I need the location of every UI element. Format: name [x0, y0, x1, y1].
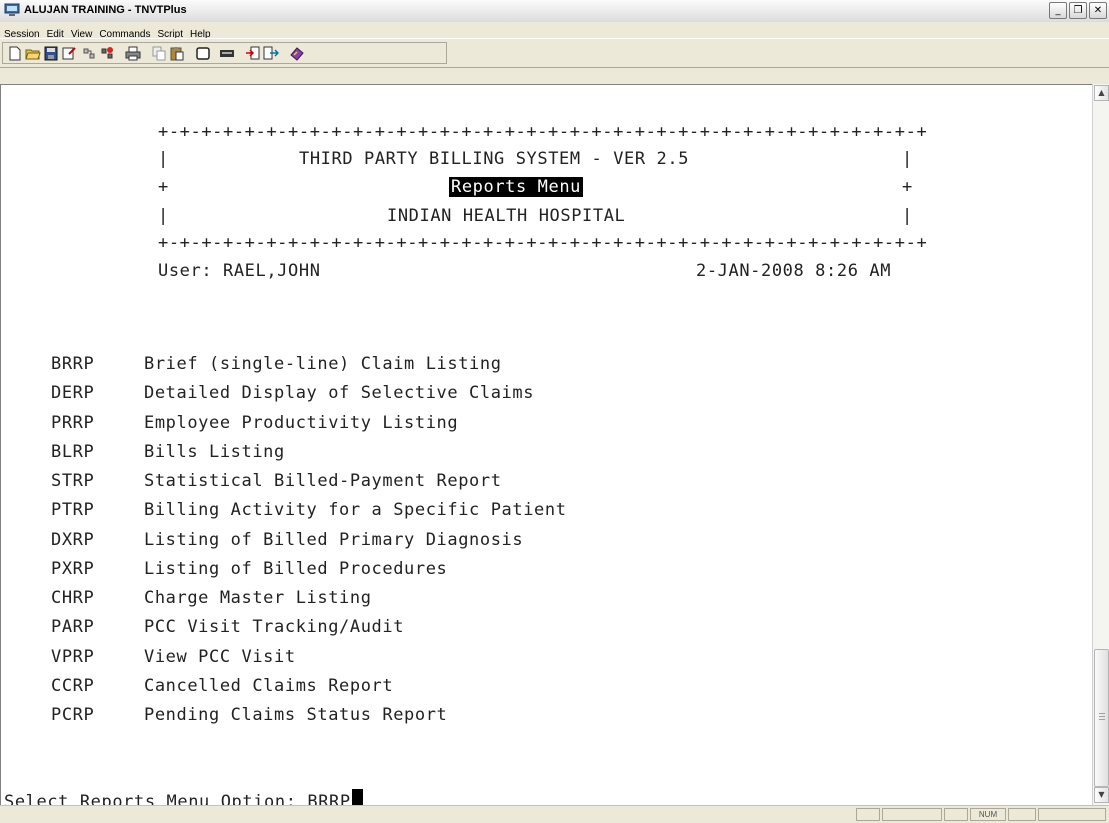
paste-icon[interactable] — [169, 46, 185, 61]
menu-option-code[interactable]: BRRP — [51, 354, 94, 374]
scroll-down-button[interactable]: ▼ — [1094, 787, 1109, 803]
user-line: User: RAEL,JOHN — [158, 261, 321, 281]
status-panel — [1038, 808, 1106, 821]
menu-option-code[interactable]: DERP — [51, 383, 94, 403]
num-lock-indicator: NUM — [970, 808, 1006, 821]
menu-option-label: Charge Master Listing — [144, 588, 372, 608]
grip-line — [1099, 719, 1105, 720]
menu-option-label: View PCC Visit — [144, 646, 296, 667]
toolbar-group — [2, 42, 447, 64]
terminal-app-icon — [4, 3, 20, 16]
menu-bar: Session Edit View Commands Script Help — [0, 22, 1109, 40]
menu-option-code[interactable]: STRP — [51, 471, 94, 491]
window-title: ALUJAN TRAINING - TNVTPlus — [24, 4, 187, 16]
chevron-up-icon: ▲ — [1098, 88, 1105, 97]
menu-option-label: Brief (single-line) Claim Listing — [144, 354, 502, 374]
menu-option-code[interactable]: PARP — [51, 617, 94, 637]
close-button[interactable]: ✕ — [1089, 2, 1107, 19]
title-bar[interactable]: ALUJAN TRAINING - TNVTPlus _ ❐ ✕ — [0, 0, 1109, 23]
box-icon[interactable] — [195, 46, 211, 61]
menu-option-label: Employee Productivity Listing — [144, 412, 459, 433]
menu-option-code[interactable]: VPRP — [51, 647, 94, 667]
header-edge-plus-left: + — [158, 177, 169, 197]
chevron-down-icon: ▼ — [1098, 790, 1105, 799]
menu-option-label: Cancelled Claims Report — [144, 675, 394, 696]
status-panel — [882, 808, 942, 821]
datetime: 2-JAN-2008 8:26 AM — [696, 261, 892, 281]
terminal-screen[interactable]: +-+-+-+-+-+-+-+-+-+-+-+-+-+-+-+-+-+-+-+-… — [0, 84, 1092, 812]
menu-option-code[interactable]: PRRP — [51, 413, 94, 433]
restore-icon: ❐ — [1073, 5, 1083, 16]
menu-option-code[interactable]: CCRP — [51, 676, 94, 696]
restore-button[interactable]: ❐ — [1069, 2, 1087, 19]
menu-option-code[interactable]: PXRP — [51, 559, 94, 579]
menu-title-text: Reports Menu — [449, 177, 584, 197]
grip-line — [1099, 713, 1105, 714]
menu-option-code[interactable]: BLRP — [51, 442, 94, 462]
header-edge-plus-right: + — [902, 177, 913, 197]
facility-name: INDIAN HEALTH HOSPITAL — [387, 206, 626, 226]
close-icon: ✕ — [1093, 5, 1103, 16]
app-window: ALUJAN TRAINING - TNVTPlus _ ❐ ✕ Session… — [0, 0, 1109, 823]
header-border-bottom: +-+-+-+-+-+-+-+-+-+-+-+-+-+-+-+-+-+-+-+-… — [158, 233, 928, 253]
header-border-top: +-+-+-+-+-+-+-+-+-+-+-+-+-+-+-+-+-+-+-+-… — [158, 122, 928, 142]
help-book-icon[interactable] — [289, 46, 305, 61]
connect-icon[interactable] — [81, 46, 97, 61]
minimize-icon: _ — [1055, 5, 1061, 16]
menu-option-label: Detailed Display of Selective Claims — [144, 383, 535, 404]
minimize-button[interactable]: _ — [1049, 2, 1067, 19]
disconnect-icon[interactable] — [99, 46, 115, 61]
menu-option-label: Bills Listing — [144, 441, 285, 462]
menu-option-label: Statistical Billed-Payment Report — [144, 471, 502, 491]
status-panel — [1008, 808, 1036, 821]
open-icon[interactable] — [25, 46, 41, 61]
menu-option-label: PCC Visit Tracking/Audit — [144, 617, 405, 638]
save-icon[interactable] — [43, 46, 59, 61]
menu-option-label: Pending Claims Status Report — [144, 705, 448, 725]
system-title: THIRD PARTY BILLING SYSTEM - VER 2.5 — [299, 149, 690, 169]
toolbar — [0, 38, 1109, 68]
menu-option-label: Listing of Billed Primary Diagnosis — [144, 529, 524, 550]
header-edge-right: | — [902, 206, 913, 226]
menu-option-label: Billing Activity for a Specific Patient — [144, 500, 567, 521]
status-panel — [856, 808, 880, 821]
menu-option-label: Listing of Billed Procedures — [144, 558, 448, 579]
export-icon[interactable] — [263, 46, 279, 61]
menu-title: Reports Menu — [449, 177, 584, 197]
menu-option-code[interactable]: DXRP — [51, 530, 94, 550]
status-panel — [944, 808, 968, 821]
keyboard-icon[interactable] — [219, 46, 235, 61]
header-edge-right: | — [902, 149, 913, 169]
menu-option-code[interactable]: PTRP — [51, 500, 94, 520]
header-edge-left: | — [158, 149, 169, 169]
import-icon[interactable] — [245, 46, 261, 61]
scrollbar-thumb[interactable] — [1094, 649, 1109, 787]
header-edge-left: | — [158, 206, 169, 226]
new-icon[interactable] — [7, 46, 23, 61]
print-icon[interactable] — [125, 46, 141, 61]
status-bar: NUM — [0, 805, 1109, 823]
properties-icon[interactable] — [61, 46, 77, 61]
menu-option-code[interactable]: CHRP — [51, 588, 94, 608]
copy-icon[interactable] — [151, 46, 167, 61]
vertical-scrollbar[interactable]: ▲ ▼ — [1092, 84, 1109, 805]
menu-option-code[interactable]: PCRP — [51, 705, 94, 725]
grip-line — [1099, 716, 1105, 717]
scroll-up-button[interactable]: ▲ — [1094, 85, 1109, 101]
